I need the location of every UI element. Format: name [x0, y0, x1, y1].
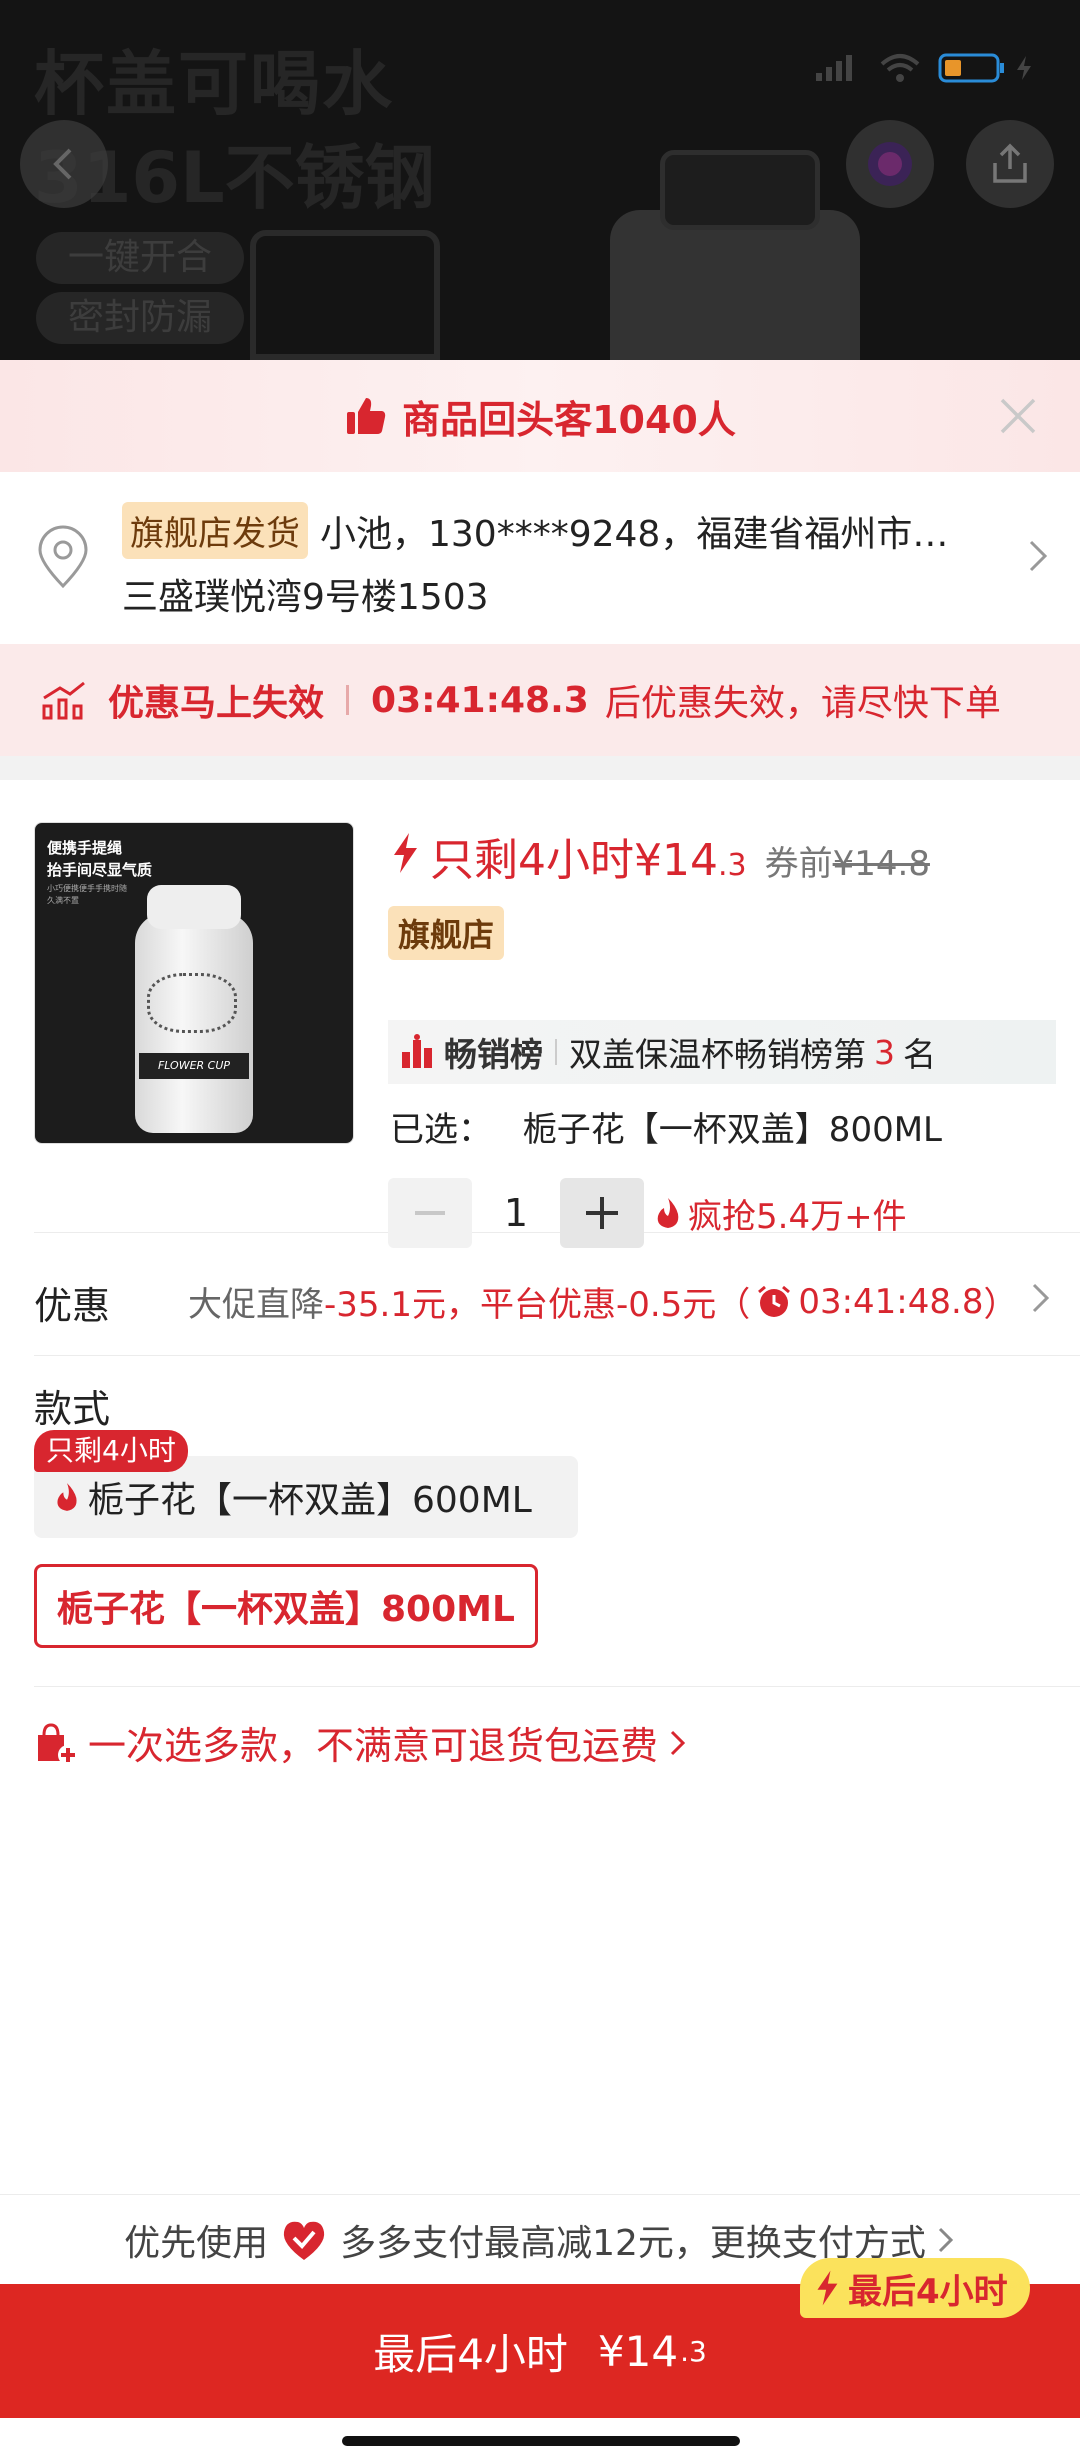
discount-countdown-bar: 优惠马上失效 03:41:48.3 后优惠失效，请尽快下单 [0, 644, 1080, 756]
limited-time-badge: 只剩4小时 [34, 1430, 188, 1472]
buy-price: ¥14 [597, 2326, 679, 2376]
battery-icon [938, 53, 1004, 83]
style-selector: 款式 栀子花【一杯双盖】600ML 只剩4小时 栀子花【一杯双盖】800ML [0, 1356, 1080, 1686]
home-indicator[interactable] [342, 2436, 740, 2446]
rank-separator [555, 1039, 557, 1065]
thumb-caption-4: 久满不置 [47, 896, 79, 905]
thumb-band-text: FLOWER CUP [139, 1053, 249, 1079]
selected-variant: 已选： 栀子花【一杯双盖】800ML [390, 1102, 942, 1151]
thumb-caption-3: 小巧便携便手手携时随 [47, 884, 127, 893]
shopping-bag-plus-icon [38, 1722, 78, 1765]
shipping-address[interactable]: 旗舰店发货 小池，130****9248，福建省福州市… 三盛璞悦湾9号楼150… [0, 472, 1080, 644]
product-summary: 便携手提绳 抬手间尽显气质 小巧便携便手手携时随 久满不置 FLOWER CUP… [0, 780, 1080, 1248]
ranking-icon [402, 1034, 432, 1068]
share-icon [993, 143, 1027, 183]
lightning-icon [817, 2270, 838, 2306]
price-decimal: .3 [717, 848, 747, 883]
style-option-800ml[interactable]: 栀子花【一杯双盖】800ML [34, 1564, 538, 1648]
pre-coupon-label: 券前 [764, 844, 833, 884]
countdown-message: 后优惠失效，请尽快下单 [604, 683, 1001, 724]
section-gap [0, 756, 1080, 780]
hero-pill-2: 密封防漏 [36, 292, 244, 344]
countdown-separator [346, 685, 350, 715]
discount-label: 优惠 [34, 1284, 111, 1328]
discount-row[interactable]: 优惠 大促直降 -35.1元，平台优惠-0.5元（ 03:41:48.8 ） [0, 1233, 1080, 1355]
hero-title-1: 杯盖可喝水 [34, 43, 394, 125]
price-row: 只剩4小时¥14 .3 券前 ¥14.8 [390, 824, 930, 888]
flower-pattern [147, 973, 237, 1033]
multi-select-text: 一次选多款，不满意可退货包运费 [88, 1724, 659, 1768]
address-line-2: 三盛璞悦湾9号楼1503 [122, 577, 489, 618]
hot-sales-text: 疯抢5.4万+件 [688, 1196, 907, 1237]
chevron-right-icon [1032, 1283, 1050, 1313]
alarm-clock-icon [758, 1285, 791, 1317]
bottle-lid-image [147, 885, 241, 929]
quantity-value[interactable]: 1 [472, 1191, 560, 1235]
hero-bottle-shape [610, 210, 860, 360]
payment-prefix: 优先使用 [124, 2222, 269, 2264]
chevron-right-icon [670, 1730, 686, 1755]
flagship-shipping-tag: 旗舰店发货 [122, 502, 308, 559]
profile-button[interactable] [846, 120, 934, 208]
banner-text: 商品回头客1040人 [402, 397, 736, 442]
rank-text-b: 名 [903, 1035, 936, 1074]
chevron-right-icon [938, 2227, 954, 2252]
style-label: 款式 [34, 1387, 111, 1431]
rank-text-a: 双盖保温杯畅销榜第 [569, 1035, 866, 1074]
buy-label: 最后4小时 [373, 2329, 568, 2379]
countdown-time: 03:41:48.3 [371, 679, 589, 721]
hot-sales: 疯抢5.4万+件 [654, 1189, 907, 1238]
product-hero-image: 杯盖可喝水 316L不锈钢 一键开合 密封防漏 [0, 0, 1080, 360]
flame-icon [657, 1198, 679, 1228]
location-pin-icon [38, 525, 88, 589]
price-main: 只剩4小时¥14 [430, 835, 718, 886]
hero-cup-shape [250, 230, 440, 360]
avatar-icon [868, 142, 912, 186]
thumbs-up-icon [347, 398, 386, 434]
chart-trend-icon [42, 681, 85, 720]
sku-sheet: 商品回头客1040人 旗舰店发货 小池，130****9248，福建省福州市… … [0, 360, 1080, 2460]
status-bar [814, 52, 1034, 84]
discount-part-2: -35.1元，平台优惠-0.5元（ [324, 1285, 751, 1325]
chevron-right-icon [1029, 540, 1048, 572]
signal-icon [816, 55, 852, 81]
thumb-caption-1: 便携手提绳 [47, 839, 123, 857]
duoduo-pay-icon [283, 2221, 325, 2260]
bestseller-rank[interactable]: 畅销榜 双盖保温杯畅销榜第 3 名 [388, 1020, 1056, 1084]
lightning-icon [394, 833, 417, 873]
close-icon[interactable] [996, 394, 1040, 438]
discount-part-1: 大促直降 [188, 1285, 324, 1325]
thumb-caption-2: 抬手间尽显气质 [47, 861, 153, 879]
countdown-title: 优惠马上失效 [108, 683, 325, 724]
minus-icon [415, 1211, 445, 1215]
wifi-icon [880, 54, 920, 82]
selected-label: 已选： [390, 1110, 492, 1150]
original-price: ¥14.8 [832, 844, 930, 884]
rank-number: 3 [874, 1032, 895, 1072]
hero-pill-1: 一键开合 [36, 232, 244, 284]
hero-bottle-lid [660, 150, 820, 230]
repeat-customer-banner: 商品回头客1040人 [0, 360, 1080, 472]
last-hours-badge-text: 最后4小时 [848, 2271, 1008, 2312]
back-button[interactable] [20, 120, 108, 208]
style-option-600ml-label: 栀子花【一杯双盖】600ML [88, 1480, 532, 1521]
discount-part-3: ） [983, 1285, 1018, 1325]
store-tag: 旗舰店 [388, 906, 505, 960]
discount-time: 03:41:48.8 [798, 1281, 984, 1322]
last-hours-badge: 最后4小时 [800, 2258, 1030, 2318]
rank-label: 畅销榜 [444, 1035, 543, 1074]
share-button[interactable] [966, 120, 1054, 208]
chevron-left-icon [53, 148, 72, 180]
selected-value: 栀子花【一杯双盖】800ML [522, 1110, 942, 1150]
plus-icon [586, 1197, 618, 1229]
address-line-1: 小池，130****9248，福建省福州市… [320, 513, 949, 555]
flame-icon [57, 1483, 77, 1511]
buy-price-decimal: .3 [680, 2334, 707, 2368]
multi-select-return-promo[interactable]: 一次选多款，不满意可退货包运费 [0, 1687, 1080, 1797]
product-thumbnail[interactable]: 便携手提绳 抬手间尽显气质 小巧便携便手手携时随 久满不置 FLOWER CUP [34, 822, 354, 1144]
charging-icon [1017, 56, 1031, 80]
